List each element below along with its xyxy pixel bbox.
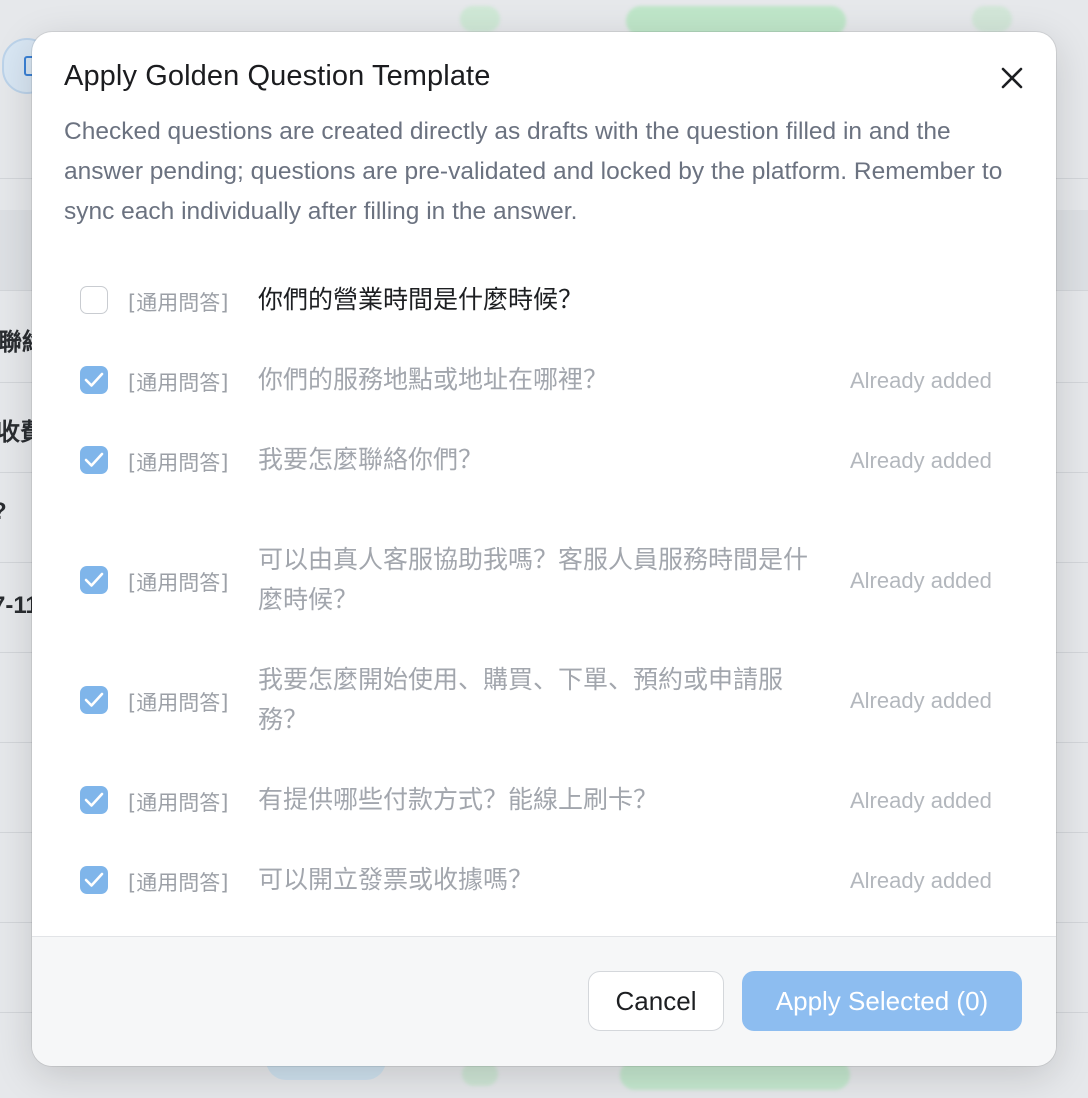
background-chip: [972, 6, 1012, 32]
check-icon: [84, 452, 104, 467]
already-added-label: Already added: [850, 368, 992, 393]
question-category-tag: [通用問答]: [128, 291, 229, 315]
check-icon: [84, 692, 104, 707]
question-category-tag: [通用問答]: [128, 691, 229, 715]
question-text: 你們的營業時間是什麼時候？: [258, 285, 584, 314]
question-checkbox[interactable]: [80, 286, 108, 314]
question-text: 我要怎麼聯絡你們？: [258, 445, 484, 474]
background-cell: ?: [0, 498, 7, 526]
question-checkbox[interactable]: [80, 866, 108, 894]
question-checkbox[interactable]: [80, 786, 108, 814]
background-chip: [460, 6, 500, 32]
already-added-label: Already added: [850, 868, 992, 893]
apply-template-dialog: Apply Golden Question Template Checked q…: [32, 32, 1056, 1066]
check-icon: [84, 372, 104, 387]
question-checkbox[interactable]: [80, 686, 108, 714]
question-checkbox[interactable]: [80, 566, 108, 594]
apply-selected-button[interactable]: Apply Selected (0): [742, 971, 1022, 1031]
dialog-description: Checked questions are created directly a…: [64, 118, 1003, 225]
question-category-tag: [通用問答]: [128, 791, 229, 815]
question-category-tag: [通用問答]: [128, 371, 229, 395]
check-icon: [84, 872, 104, 887]
question-checkbox[interactable]: [80, 366, 108, 394]
cancel-button[interactable]: Cancel: [588, 971, 724, 1031]
dialog-footer: Cancel Apply Selected (0): [32, 936, 1056, 1066]
question-category-tag: [通用問答]: [128, 451, 229, 475]
question-text: 你們的服務地點或地址在哪裡？: [258, 365, 609, 394]
question-text: 有提供哪些付款方式？能線上刷卡？: [258, 785, 659, 814]
already-added-label: Already added: [850, 788, 992, 813]
dialog-title: Apply Golden Question Template: [64, 60, 491, 92]
already-added-label: Already added: [850, 568, 992, 593]
question-checkbox[interactable]: [80, 446, 108, 474]
question-category-tag: [通用問答]: [128, 571, 229, 595]
check-icon: [84, 572, 104, 587]
close-button[interactable]: [994, 60, 1030, 96]
already-added-label: Already added: [850, 448, 992, 473]
already-added-label: Already added: [850, 688, 992, 713]
question-text: 可以由真人客服協助我嗎？客服人員服務時間是什麼時候？: [258, 545, 809, 614]
close-icon: [1001, 67, 1023, 89]
question-text: 可以開立發票或收據嗎？: [258, 865, 534, 894]
check-icon: [84, 792, 104, 807]
question-text: 我要怎麼開始使用、購買、下單、預約或申請服務？: [258, 665, 784, 734]
question-category-tag: [通用問答]: [128, 871, 229, 895]
